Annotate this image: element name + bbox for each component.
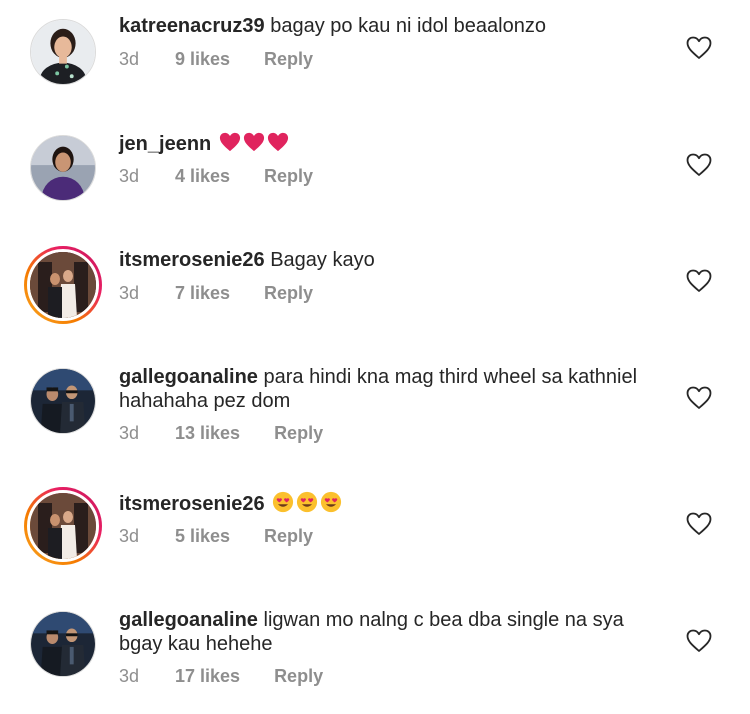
comment-meta: 3d 7 likes Reply [119,283,313,304]
comment-time: 3d [119,166,140,186]
comment-time: 3d [119,49,140,69]
like-heart-icon[interactable] [686,36,712,60]
avatar[interactable] [30,19,96,85]
like-heart-icon[interactable] [686,153,712,177]
comment-time: 3d [119,423,140,443]
red-heart-icon [267,132,288,152]
reply-button[interactable]: Reply [264,283,313,304]
comment-likes[interactable]: 17 likes [175,666,240,687]
comment-body: itsmerosenie26 Bagay kayo [119,248,679,272]
comment-text-line-2: hahahaha pez dom [119,390,291,412]
comment-likes[interactable]: 13 likes [175,423,240,444]
comment-username[interactable]: jen_jeenn [119,133,211,155]
avatar[interactable] [30,368,96,434]
comment-username[interactable]: itsmerosenie26 [119,249,265,271]
comment-meta: 3d 5 likes Reply [119,526,313,547]
reply-button[interactable]: Reply [264,49,313,70]
avatar[interactable] [30,611,96,677]
heart-eyes-emoji-group [270,491,342,515]
avatar-story-ring[interactable] [24,487,102,565]
red-heart-icon [243,132,264,152]
avatar-couple-photo-icon [30,493,96,559]
comment-body: katreenacruz39 bagay po kau ni idol beaa… [119,14,679,38]
avatar-woman-purple-icon [31,136,95,200]
avatar-woman-portrait-icon [31,20,95,84]
comment-likes[interactable]: 4 likes [175,166,230,187]
avatar-story-ring[interactable] [24,246,102,324]
comment-username[interactable]: gallegoanaline [119,366,258,388]
comment-meta: 3d 4 likes Reply [119,166,313,187]
reply-button[interactable]: Reply [264,526,313,547]
comment-username[interactable]: gallegoanaline [119,609,258,631]
comment-meta: 3d 17 likes Reply [119,666,323,687]
comment-text: ligwan mo nalng c bea dba single na sya [263,609,624,631]
avatar-two-men-icon [31,369,95,433]
comment-body: gallegoanaline para hindi kna mag third … [119,365,679,413]
comment-username[interactable]: katreenacruz39 [119,15,265,37]
comment-text: bagay po kau ni idol beaalonzo [270,15,546,37]
comment-text-line-2: bgay kau hehehe [119,633,273,655]
comment-time: 3d [119,526,140,546]
comment-time: 3d [119,283,140,303]
comment-time: 3d [119,666,140,686]
avatar[interactable] [30,135,96,201]
reply-button[interactable]: Reply [264,166,313,187]
comment-body: itsmerosenie26 [119,491,679,516]
comment-likes[interactable]: 9 likes [175,49,230,70]
avatar-two-men-icon [31,612,95,676]
comment-username[interactable]: itsmerosenie26 [119,493,265,515]
comment-text: Bagay kayo [270,249,375,271]
avatar-couple-photo-icon [30,252,96,318]
red-heart-icon [219,132,240,152]
comment-meta: 3d 13 likes Reply [119,423,323,444]
comment-text: para hindi kna mag third wheel sa kathni… [263,366,638,388]
comment-meta: 3d 9 likes Reply [119,49,313,70]
comment-likes[interactable]: 7 likes [175,283,230,304]
comment-body: jen_jeenn [119,131,679,156]
reply-button[interactable]: Reply [274,423,323,444]
like-heart-icon[interactable] [686,629,712,653]
heart-eyes-emoji-icon [297,491,318,513]
like-heart-icon[interactable] [686,386,712,410]
red-heart-emoji-group [217,132,289,155]
heart-eyes-emoji-icon [273,491,294,513]
like-heart-icon[interactable] [686,512,712,536]
like-heart-icon[interactable] [686,269,712,293]
comment-likes[interactable]: 5 likes [175,526,230,547]
reply-button[interactable]: Reply [274,666,323,687]
comment-body: gallegoanaline ligwan mo nalng c bea dba… [119,608,679,656]
heart-eyes-emoji-icon [321,491,342,513]
